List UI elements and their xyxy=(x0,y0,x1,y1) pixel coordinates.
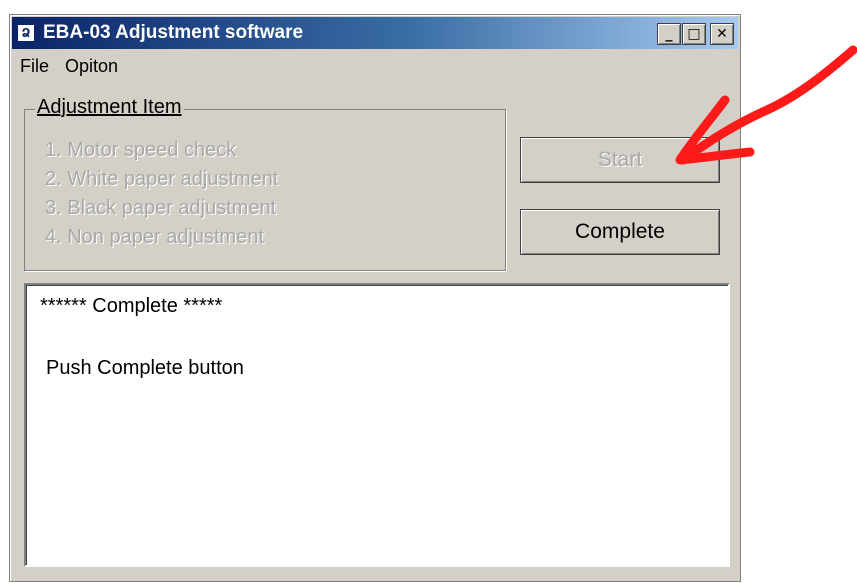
output-textbox[interactable]: ****** Complete ***** Push Complete butt… xyxy=(24,283,730,567)
maximize-button[interactable]: □ xyxy=(682,23,706,45)
app-icon[interactable]: Ձ xyxy=(17,24,35,42)
adjustment-item: 3. Black paper adjustment xyxy=(45,197,277,219)
minimize-icon: _ xyxy=(665,26,673,42)
output-instruction-line: Push Complete button xyxy=(46,357,244,379)
adjustment-item: 1. Motor speed check xyxy=(45,139,237,161)
menu-bar: File Opiton xyxy=(12,53,126,79)
close-icon: ✕ xyxy=(716,26,728,42)
minimize-button[interactable]: _ xyxy=(657,23,681,45)
group-label: Adjustment Item xyxy=(35,96,184,119)
adjustment-item-group: Adjustment Item 1. Motor speed check 2. … xyxy=(24,96,506,271)
title-bar[interactable]: Ձ EBA-03 Adjustment software _ □ ✕ xyxy=(12,17,738,49)
maximize-icon: □ xyxy=(687,26,701,42)
adjustment-item-list: 1. Motor speed check 2. White paper adju… xyxy=(45,136,278,252)
window-title: EBA-03 Adjustment software xyxy=(43,22,304,43)
window-controls: _ □ ✕ xyxy=(657,23,734,45)
close-button[interactable]: ✕ xyxy=(710,23,734,45)
menu-option[interactable]: Opiton xyxy=(57,56,126,77)
output-status-line: ****** Complete ***** xyxy=(40,295,223,317)
adjustment-item: 2. White paper adjustment xyxy=(45,168,279,190)
complete-button[interactable]: Complete xyxy=(520,209,720,255)
start-button[interactable]: Start xyxy=(520,137,720,183)
adjustment-item: 4. Non paper adjustment xyxy=(45,226,265,248)
menu-file[interactable]: File xyxy=(12,56,57,77)
adjustment-window: Ձ EBA-03 Adjustment software _ □ ✕ File … xyxy=(9,14,741,582)
